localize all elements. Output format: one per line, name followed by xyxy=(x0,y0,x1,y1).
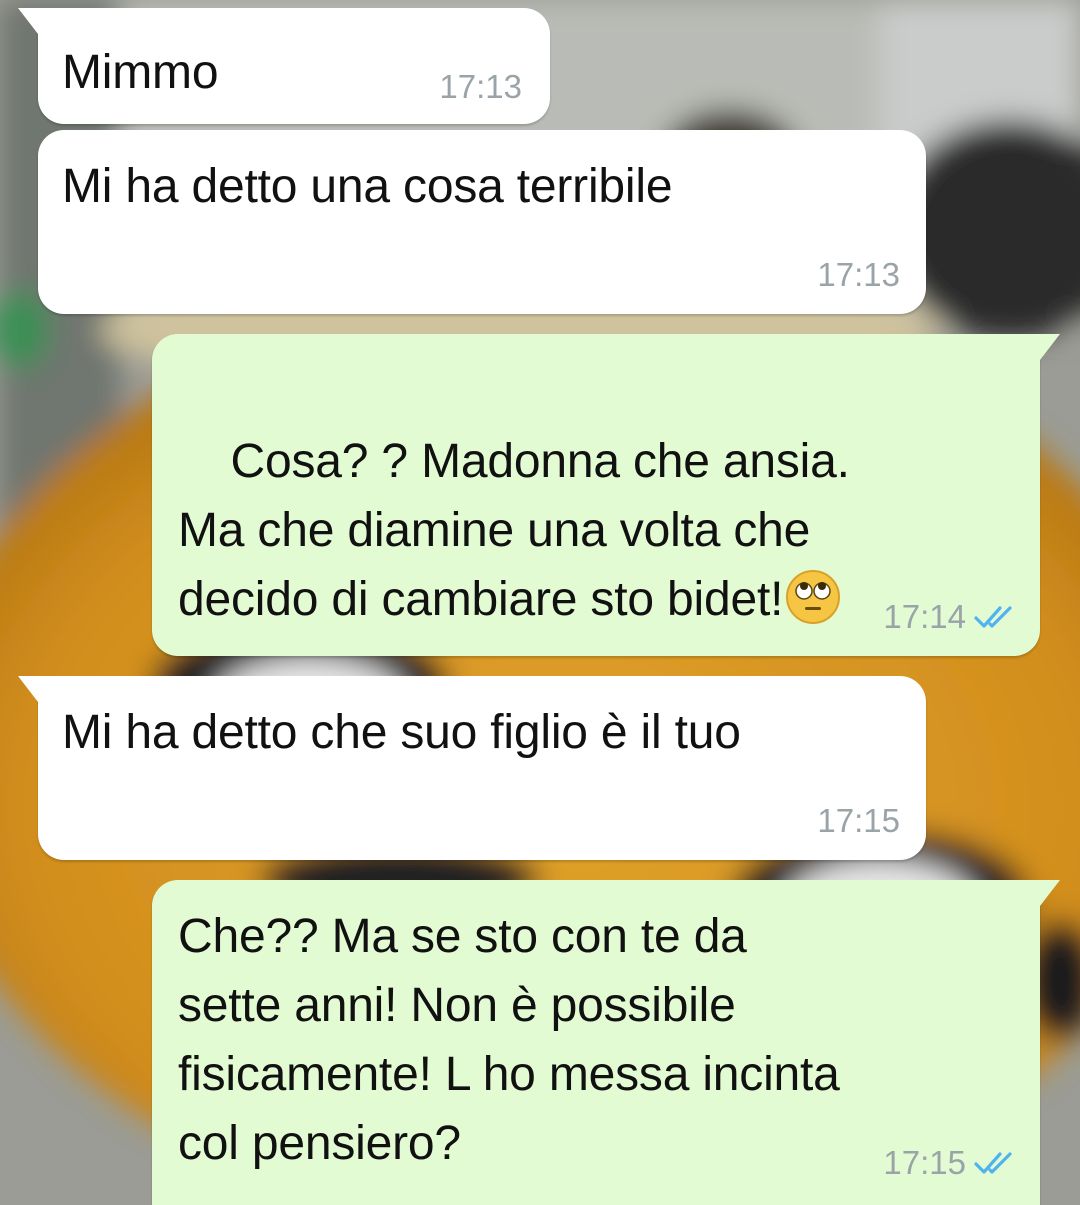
message-bubble-incoming[interactable]: Mi ha detto una cosa terribile 17:13 xyxy=(38,130,926,314)
message-bubble-incoming[interactable]: Mi ha detto che suo figlio è il tuo 17:1… xyxy=(18,676,926,860)
message-meta: 17:15 xyxy=(883,1144,1018,1182)
message-text: Mimmo xyxy=(62,46,219,99)
message-bubble-incoming[interactable]: Mimmo 17:13 xyxy=(18,8,550,124)
message-text: Mi ha detto che suo figlio è il tuo xyxy=(62,706,741,759)
read-double-check-icon xyxy=(974,1152,1012,1174)
message-timestamp: 17:15 xyxy=(883,1144,966,1181)
message-text: Che?? Ma se sto con te da sette anni! No… xyxy=(178,910,840,1170)
message-timestamp: 17:13 xyxy=(817,256,900,293)
message-bubble-outgoing[interactable]: Che?? Ma se sto con te da sette anni! No… xyxy=(152,880,1060,1205)
message-text: Mi ha detto una cosa terribile xyxy=(62,160,673,213)
message-text: Cosa? ? Madonna che ansia. Ma che diamin… xyxy=(178,435,850,626)
message-meta: 17:14 xyxy=(883,598,1018,636)
message-bubble-outgoing[interactable]: Cosa? ? Madonna che ansia. Ma che diamin… xyxy=(152,334,1060,656)
message-timestamp: 17:15 xyxy=(817,802,900,839)
read-double-check-icon xyxy=(974,606,1012,628)
eye-roll-emoji xyxy=(786,570,841,624)
message-timestamp: 17:14 xyxy=(883,598,966,635)
message-timestamp: 17:13 xyxy=(439,68,522,105)
